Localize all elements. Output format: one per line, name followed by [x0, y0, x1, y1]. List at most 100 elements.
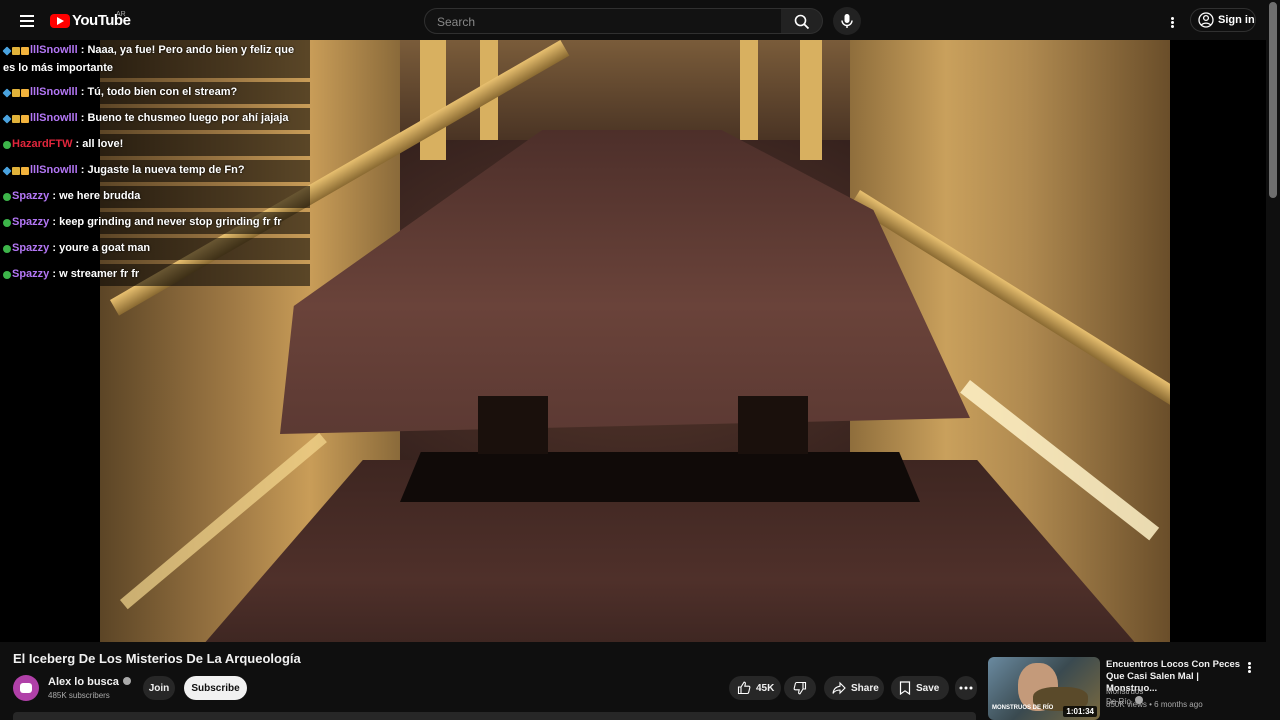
sub-badge-icon	[12, 115, 20, 123]
chat-message: Spazzy : keep grinding and never stop gr…	[0, 212, 310, 234]
scrollbar-thumb[interactable]	[1269, 2, 1277, 198]
chat-message: Spazzy : we here brudda	[0, 186, 310, 208]
more-vert-icon	[1164, 11, 1180, 28]
verified-icon	[122, 677, 131, 685]
search-input[interactable]	[435, 9, 769, 35]
like-button[interactable]: 45K	[729, 676, 781, 700]
chat-badges	[2, 164, 30, 180]
country-code: AR	[116, 11, 126, 18]
chat-text: Bueno te chusmeo luego por ahí jajaja	[87, 112, 289, 124]
share-label: Share	[851, 682, 879, 694]
chat-badges	[3, 190, 12, 206]
video-scene-ceiling	[400, 40, 850, 140]
video-scene-beam	[740, 40, 758, 140]
bookmark-icon	[899, 681, 911, 695]
recommended-age: 6 months ago	[1154, 700, 1203, 709]
video-scene-beam	[420, 40, 446, 160]
share-button[interactable]: Share	[824, 676, 884, 700]
sign-in-label: Sign in	[1218, 14, 1255, 26]
chat-badges	[3, 268, 12, 284]
thumbs-down-icon	[793, 681, 807, 695]
chat-message: lllSnowlll : Bueno te chusmeo luego por …	[0, 108, 310, 130]
join-button[interactable]: Join	[143, 676, 175, 700]
chat-badges	[2, 44, 30, 60]
chat-overlay: lllSnowlll : Naaa, ya fue! Pero ando bie…	[0, 40, 310, 290]
dislike-button[interactable]	[784, 676, 816, 700]
diamond-badge-icon	[2, 114, 12, 124]
youtube-logo[interactable]: YouTube AR	[50, 11, 131, 29]
voice-search-button[interactable]	[833, 7, 861, 35]
video-scene-shadow	[400, 452, 920, 502]
green-badge-icon	[3, 245, 11, 253]
menu-icon[interactable]	[14, 8, 40, 34]
save-button[interactable]: Save	[891, 676, 949, 700]
channel-name-text: Alex lo busca	[48, 676, 119, 688]
chat-username: lllSnowlll	[30, 164, 78, 176]
recommended-meta: 850K views • 6 months ago	[1106, 700, 1203, 709]
sign-in-button[interactable]: Sign in	[1190, 8, 1256, 32]
chat-username: Spazzy	[12, 190, 50, 202]
search-icon	[794, 14, 810, 30]
chat-message: lllSnowlll : Tú, todo bien con el stream…	[0, 82, 310, 104]
search-button[interactable]	[781, 8, 823, 34]
diamond-badge-icon	[2, 46, 12, 56]
chat-message: Spazzy : youre a goat man	[0, 238, 310, 260]
channel-avatar[interactable]	[13, 675, 39, 701]
green-badge-icon	[3, 271, 11, 279]
video-scene-support	[478, 396, 548, 454]
thumbnail-brand-text: MONSTRUOS DE RÍO	[992, 705, 1054, 711]
microphone-icon	[841, 14, 853, 28]
recommended-views: 850K views	[1106, 700, 1147, 709]
more-actions-button[interactable]	[955, 676, 977, 700]
chat-username: lllSnowlll	[30, 44, 78, 56]
diamond-badge-icon	[2, 88, 12, 98]
chat-text: w streamer fr fr	[59, 268, 140, 280]
chat-username: Spazzy	[12, 268, 50, 280]
channel-name[interactable]: Alex lo busca	[48, 676, 131, 688]
mod-badge-icon	[21, 167, 29, 175]
recommended-thumbnail[interactable]: MONSTRUOS DE RÍO 1:01:34	[988, 657, 1100, 720]
more-horiz-icon	[959, 686, 973, 690]
subscriber-count: 485K subscribers	[48, 691, 110, 700]
more-vert-icon	[1244, 659, 1254, 673]
video-scene-beam	[800, 40, 822, 160]
chat-text: keep grinding and never stop grinding fr…	[59, 216, 282, 228]
chat-username: HazardFTW	[12, 138, 73, 150]
mod-badge-icon	[21, 47, 29, 55]
chat-text: Tú, todo bien con el stream?	[87, 86, 238, 98]
chat-message: lllSnowlll : Naaa, ya fue! Pero ando bie…	[0, 40, 310, 78]
chat-username: Spazzy	[12, 242, 50, 254]
thumbs-up-icon	[737, 681, 751, 695]
recommended-more-button[interactable]	[1244, 659, 1254, 675]
chat-text: Jugaste la nueva temp de Fn?	[87, 164, 245, 176]
sub-badge-icon	[12, 47, 20, 55]
chat-badges	[3, 138, 12, 154]
video-title: El Iceberg De Los Misterios De La Arqueo…	[13, 651, 301, 666]
chat-badges	[2, 112, 30, 128]
chat-username: lllSnowlll	[30, 86, 78, 98]
account-circle-icon	[1198, 12, 1214, 28]
like-count: 45K	[756, 682, 775, 694]
subscribe-button[interactable]: Subscribe	[184, 676, 247, 700]
chat-text: youre a goat man	[59, 242, 151, 254]
chat-badges	[2, 86, 30, 102]
chat-message: Spazzy : w streamer fr fr	[0, 264, 310, 286]
settings-more-button[interactable]	[1164, 11, 1180, 31]
chat-badges	[3, 216, 12, 232]
chat-text: we here brudda	[59, 190, 141, 202]
chat-message: lllSnowlll : Jugaste la nueva temp de Fn…	[0, 160, 310, 182]
sub-badge-icon	[12, 89, 20, 97]
video-player[interactable]: lllSnowlll : Naaa, ya fue! Pero ando bie…	[0, 40, 1266, 642]
green-badge-icon	[3, 193, 11, 201]
description-box[interactable]	[13, 712, 976, 720]
chat-message: HazardFTW : all love!	[0, 134, 310, 156]
diamond-badge-icon	[2, 166, 12, 176]
video-duration: 1:01:34	[1063, 706, 1097, 717]
youtube-play-icon	[50, 13, 70, 28]
mod-badge-icon	[21, 115, 29, 123]
mod-badge-icon	[21, 89, 29, 97]
page-scrollbar[interactable]	[1266, 0, 1280, 720]
sub-badge-icon	[12, 167, 20, 175]
chat-text: all love!	[82, 138, 124, 150]
chat-username: Spazzy	[12, 216, 50, 228]
